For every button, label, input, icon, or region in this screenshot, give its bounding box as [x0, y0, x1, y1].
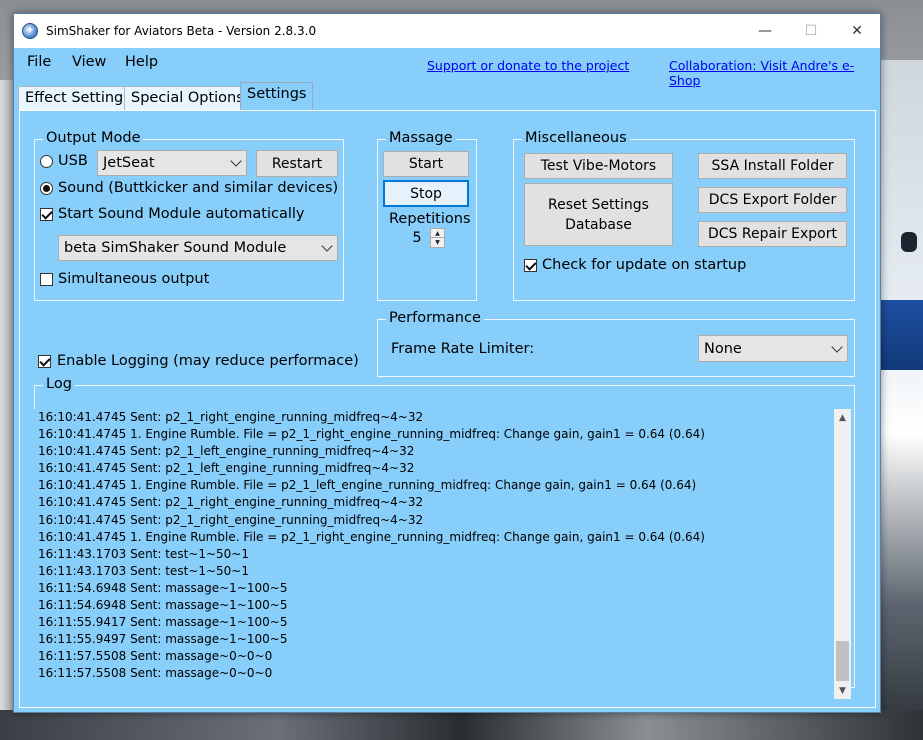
log-line[interactable]: 16:10:41.4745 Sent: p2_1_left_engine_run… [38, 443, 828, 460]
simultaneous-output-checkbox[interactable] [40, 273, 53, 286]
menu-help[interactable]: Help [125, 54, 158, 70]
repetitions-stepper[interactable]: 5 ▲ ▼ [405, 228, 445, 248]
stepper-buttons: ▲ ▼ [430, 228, 445, 248]
frame-rate-limiter-select[interactable]: None [698, 335, 848, 362]
test-vibe-motors-button[interactable]: Test Vibe-Motors [524, 153, 673, 179]
log-line[interactable]: 16:10:41.4745 1. Engine Rumble. File = p… [38, 529, 828, 546]
scroll-thumb[interactable] [836, 641, 849, 681]
check-update-label: Check for update on startup [542, 257, 747, 273]
massage-group: Massage Start Stop Repetitions 5 ▲ ▼ [377, 130, 477, 301]
log-line[interactable]: 16:10:41.4745 Sent: p2_1_left_engine_run… [38, 460, 828, 477]
support-link[interactable]: Support or donate to the project [427, 58, 629, 73]
collaboration-link[interactable]: Collaboration: Visit Andre's e-Shop [669, 58, 880, 88]
minimize-icon[interactable]: — [742, 14, 788, 48]
log-line[interactable]: 16:10:41.4745 Sent: p2_1_right_engine_ru… [38, 494, 828, 511]
tab-settings[interactable]: Settings [240, 82, 314, 110]
chevron-down-icon [230, 155, 242, 167]
massage-stop-button[interactable]: Stop [383, 180, 469, 207]
enable-logging-label: Enable Logging (may reduce performace) [57, 353, 359, 369]
simultaneous-output-label: Simultaneous output [58, 271, 210, 287]
reset-settings-line1: Reset Settings [548, 196, 649, 213]
frame-rate-limiter-label: Frame Rate Limiter: [391, 341, 535, 357]
usb-device-select[interactable]: JetSeat [97, 150, 247, 176]
repetitions-value: 5 [412, 230, 422, 246]
maximize-icon[interactable]: ☐ [788, 14, 834, 48]
log-title: Log [43, 376, 75, 392]
stepper-down-icon[interactable]: ▼ [431, 238, 444, 247]
sound-label: Sound (Buttkicker and similar devices) [58, 180, 339, 196]
background-airplane-stripe [880, 300, 923, 370]
background-ground [0, 710, 923, 740]
dcs-export-folder-button[interactable]: DCS Export Folder [698, 187, 847, 213]
start-sound-module-checkbox[interactable] [40, 208, 53, 221]
log-scrollbar[interactable]: ▲ ▼ [834, 409, 851, 699]
app-logo-icon: ✈ [22, 23, 38, 39]
miscellaneous-group: Miscellaneous Test Vibe-Motors SSA Insta… [513, 130, 855, 301]
log-line[interactable]: 16:11:57.5508 Sent: massage~0~0~0 [38, 648, 828, 665]
frame-rate-limiter-value: None [704, 340, 742, 357]
log-listbox[interactable]: 16:10:41.4745 Sent: p2_1_right_engine_ru… [34, 409, 851, 701]
ssa-install-folder-button[interactable]: SSA Install Folder [698, 153, 847, 179]
output-mode-group: Output Mode USB JetSeat Restart Sound (B… [34, 130, 344, 301]
chevron-down-icon [321, 240, 333, 252]
window-title: SimShaker for Aviators Beta - Version 2.… [46, 24, 317, 38]
close-icon[interactable]: ✕ [834, 14, 880, 48]
usb-device-value: JetSeat [103, 155, 155, 171]
background-left [0, 80, 14, 740]
menu-file[interactable]: File [27, 54, 51, 70]
menu-view[interactable]: View [72, 54, 106, 70]
log-line[interactable]: 16:11:55.9497 Sent: massage~1~100~5 [38, 631, 828, 648]
log-line[interactable]: 16:11:54.6948 Sent: massage~1~100~5 [38, 580, 828, 597]
start-sound-module-label: Start Sound Module automatically [58, 206, 305, 222]
window-controls: — ☐ ✕ [742, 14, 880, 48]
usb-label: USB [58, 153, 88, 169]
log-line[interactable]: 16:11:57.5508 Sent: massage~0~0~0 [38, 665, 828, 682]
output-mode-title: Output Mode [43, 130, 144, 146]
sound-module-value: beta SimShaker Sound Module [64, 240, 287, 256]
log-line[interactable]: 16:11:43.1703 Sent: test~1~50~1 [38, 563, 828, 580]
scroll-down-icon[interactable]: ▼ [834, 682, 851, 699]
log-line[interactable]: 16:11:43.1703 Sent: test~1~50~1 [38, 546, 828, 563]
reset-settings-database-button[interactable]: Reset Settings Database [524, 183, 673, 246]
log-line[interactable]: 16:11:55.9417 Sent: massage~1~100~5 [38, 614, 828, 631]
log-line[interactable]: 16:11:54.6948 Sent: massage~1~100~5 [38, 597, 828, 614]
repetitions-label: Repetitions [389, 211, 471, 227]
enable-logging-checkbox[interactable] [38, 355, 51, 368]
miscellaneous-title: Miscellaneous [522, 130, 630, 146]
background-airplane [880, 60, 923, 740]
massage-start-button[interactable]: Start [383, 151, 469, 177]
log-line[interactable]: 16:10:41.4745 Sent: p2_1_right_engine_ru… [38, 409, 828, 426]
log-line[interactable]: 16:10:41.4745 1. Engine Rumble. File = p… [38, 426, 828, 443]
dcs-repair-export-button[interactable]: DCS Repair Export [698, 221, 847, 247]
tab-effect-settings[interactable]: Effect Settings [18, 86, 138, 110]
scroll-up-icon[interactable]: ▲ [834, 409, 851, 426]
log-lines: 16:10:41.4745 Sent: p2_1_right_engine_ru… [38, 409, 828, 699]
sound-radio[interactable] [40, 182, 53, 195]
usb-radio[interactable] [40, 155, 53, 168]
background-airplane-window [901, 232, 917, 252]
check-update-checkbox[interactable] [524, 259, 537, 272]
log-line[interactable]: 16:10:41.4745 1. Engine Rumble. File = p… [38, 477, 828, 494]
performance-group: Performance Frame Rate Limiter: None [377, 310, 855, 377]
restart-button[interactable]: Restart [256, 150, 338, 177]
stepper-up-icon[interactable]: ▲ [431, 229, 444, 238]
title-bar[interactable]: ✈ SimShaker for Aviators Beta - Version … [14, 14, 880, 48]
app-window: ✈ SimShaker for Aviators Beta - Version … [13, 13, 881, 713]
menu-bar: File View Help Support or donate to the … [14, 48, 880, 88]
performance-title: Performance [386, 310, 484, 326]
chevron-down-icon [831, 340, 843, 353]
log-line[interactable]: 16:10:41.4745 Sent: p2_1_right_engine_ru… [38, 512, 828, 529]
reset-settings-line2: Database [565, 216, 632, 233]
sound-module-select[interactable]: beta SimShaker Sound Module [58, 235, 338, 261]
tab-special-options[interactable]: Special Options [124, 86, 251, 110]
massage-title: Massage [386, 130, 456, 146]
